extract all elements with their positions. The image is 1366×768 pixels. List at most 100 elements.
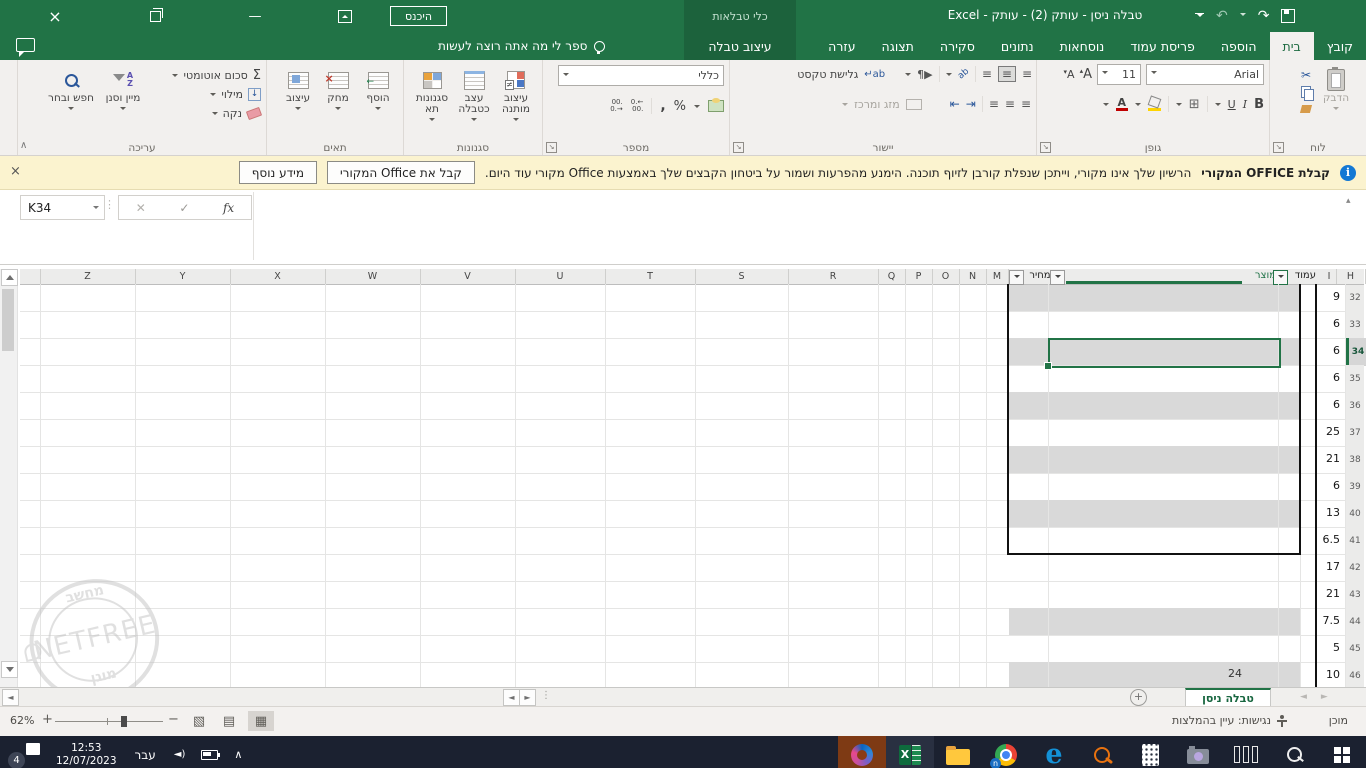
italic-button[interactable]: I — [1243, 98, 1247, 111]
taskbar-search-icon[interactable] — [1270, 736, 1318, 768]
cell-H-34[interactable]: 6 — [1314, 344, 1340, 357]
tab-splitter-dots[interactable]: ⋮ — [541, 690, 551, 701]
cancel-formula-icon[interactable]: ✕ — [136, 201, 146, 215]
paste-button[interactable]: הדבק — [1311, 63, 1361, 113]
undo-dropdown-icon[interactable] — [1239, 13, 1246, 19]
formula-input[interactable] — [256, 195, 1346, 255]
format-as-table-button[interactable]: עצב כטבלה — [453, 63, 495, 124]
clock[interactable]: 12:53 12/07/2023 — [56, 742, 117, 768]
row-header-35[interactable]: 35 — [1346, 365, 1364, 393]
sheet-next-icon[interactable]: ► — [1321, 692, 1328, 702]
column-header-Z[interactable]: Z — [40, 269, 136, 284]
number-format-combo[interactable]: כללי — [558, 65, 724, 86]
align-left-icon[interactable]: ≡ — [989, 97, 999, 111]
align-bottom-icon[interactable]: ≡ — [982, 67, 992, 81]
taskbar-camera-icon[interactable] — [1174, 736, 1222, 768]
name-box[interactable]: K34 — [20, 195, 105, 220]
tab-scroll-left-icon[interactable]: ◄ — [2, 689, 19, 706]
tab-7[interactable]: עזרה — [815, 32, 868, 60]
customize-qat-icon[interactable] — [1195, 12, 1204, 20]
get-office-button[interactable]: קבל את Office המקורי — [327, 161, 475, 184]
view-page-layout-icon[interactable]: ▤ — [216, 711, 242, 731]
worksheet-grid[interactable]: 9 32 6 33 6 34 6 35 6 36 25 37 21 38 6 39 13 40 6.5 41 17 42 2… — [0, 265, 1366, 687]
grid-row-35[interactable]: 6 — [20, 365, 1345, 393]
column-header-H[interactable]: H — [1336, 269, 1366, 284]
font-color-icon[interactable]: A — [1115, 97, 1128, 111]
column-header-Y[interactable]: Y — [135, 269, 231, 284]
tab-4[interactable]: נתונים — [988, 32, 1047, 60]
tab-6[interactable]: תצוגה — [869, 32, 927, 60]
cut-icon[interactable]: ✂ — [1301, 68, 1311, 82]
column-header-U[interactable]: U — [515, 269, 606, 284]
taskbar-edge-icon[interactable]: e — [1030, 736, 1078, 768]
language-indicator[interactable]: עבר — [135, 748, 156, 762]
column-header-Q[interactable]: Q — [878, 269, 906, 284]
cell-H-45[interactable]: 5 — [1314, 641, 1340, 654]
grid-row-41[interactable]: 6.5 — [20, 527, 1345, 555]
orientation-icon[interactable]: ab — [956, 67, 971, 82]
insert-function-icon[interactable]: fx — [223, 201, 234, 215]
tray-expand-icon[interactable]: ∧ — [234, 748, 242, 761]
tell-me-box[interactable]: ספר לי מה אתה רוצה לעשות — [438, 32, 606, 60]
alignment-dialog-launcher-icon[interactable]: ↘ — [733, 142, 744, 153]
filter-dropdown-icon-price[interactable] — [1050, 270, 1065, 285]
sheet-prev-icon[interactable]: ◄ — [1300, 692, 1307, 702]
scroll-down-icon[interactable] — [1, 661, 18, 678]
row-header-42[interactable]: 42 — [1346, 554, 1364, 582]
clipboard-dialog-launcher-icon[interactable]: ↘ — [1273, 142, 1284, 153]
grid-row-38[interactable]: 21 — [20, 446, 1345, 474]
row-header-45[interactable]: 45 — [1346, 635, 1364, 663]
grid-row-40[interactable]: 13 — [20, 500, 1345, 528]
decrease-decimal-icon[interactable]: .00 →.0 — [610, 99, 623, 113]
hscroll-left-icon[interactable]: ◄ — [503, 689, 520, 706]
grid-row-32[interactable]: 9 — [20, 284, 1345, 312]
font-dialog-launcher-icon[interactable]: ↘ — [1040, 142, 1051, 153]
cell-H-46[interactable]: 10 — [1314, 668, 1340, 681]
row-header-33[interactable]: 33 — [1346, 311, 1364, 339]
namebox-resize-dots[interactable]: ⋮ — [104, 198, 115, 211]
tab-1[interactable]: הוספה — [1208, 32, 1270, 60]
align-right-icon[interactable]: ≡ — [1021, 97, 1031, 111]
row-header-37[interactable]: 37 — [1346, 419, 1364, 447]
feedback-icon[interactable] — [16, 38, 35, 57]
row-header-44[interactable]: 44 — [1346, 608, 1364, 636]
taskbar-chrome-icon[interactable]: n — [982, 736, 1030, 768]
enter-formula-icon[interactable]: ✓ — [179, 201, 189, 215]
fill-handle[interactable] — [1044, 362, 1052, 370]
table-header-product[interactable]: מוצר — [1242, 270, 1276, 281]
taskbar-excel-icon[interactable]: X — [886, 736, 934, 768]
increase-indent-icon[interactable]: ⇥ — [966, 97, 976, 111]
number-dialog-launcher-icon[interactable]: ↘ — [546, 142, 557, 153]
grid-row-43[interactable]: 21 — [20, 581, 1345, 609]
ribbon-display-options-icon[interactable] — [322, 0, 368, 32]
cell-H-38[interactable]: 21 — [1314, 452, 1340, 465]
text-direction-icon[interactable]: ▶¶ — [917, 68, 932, 81]
cell-H-44[interactable]: 7.5 — [1314, 614, 1341, 627]
grid-row-44[interactable]: 7.5 — [20, 608, 1345, 636]
increase-decimal-icon[interactable]: ←.0.00 — [631, 99, 644, 113]
tab-3[interactable]: נוסחאות — [1047, 32, 1118, 60]
row-header-41[interactable]: 41 — [1346, 527, 1364, 555]
clear-button[interactable]: נקה — [149, 105, 263, 121]
sign-in-button[interactable]: היכנס — [390, 6, 448, 26]
grid-row-36[interactable]: 6 — [20, 392, 1345, 420]
new-sheet-icon[interactable]: + — [1130, 689, 1147, 706]
comma-icon[interactable]: , — [660, 98, 665, 114]
restore-window-icon[interactable] — [132, 0, 178, 32]
cell-H-37[interactable]: 25 — [1314, 425, 1340, 438]
name-box-dropdown-icon[interactable] — [93, 206, 99, 212]
decrease-indent-icon[interactable]: ⇤ — [950, 97, 960, 111]
view-page-break-icon[interactable]: ▧ — [186, 711, 212, 731]
close-window-icon[interactable]: × — [32, 0, 78, 32]
save-icon[interactable] — [1281, 9, 1296, 23]
start-button-icon[interactable] — [1318, 736, 1366, 768]
fill-button[interactable]: ↓ מילוי — [149, 86, 261, 102]
taskbar-app-bars-icon[interactable] — [1222, 736, 1270, 768]
grid-row-42[interactable]: 17 — [20, 554, 1345, 582]
cell-H-36[interactable]: 6 — [1314, 398, 1340, 411]
view-normal-icon[interactable]: ▦ — [248, 711, 274, 731]
row-header-43[interactable]: 43 — [1346, 581, 1364, 609]
grid-row-46[interactable]: 10 — [20, 662, 1345, 687]
conditional-formatting-button[interactable]: ≠ עיצוב מותנה — [495, 63, 537, 124]
column-header-W[interactable]: W — [325, 269, 421, 284]
